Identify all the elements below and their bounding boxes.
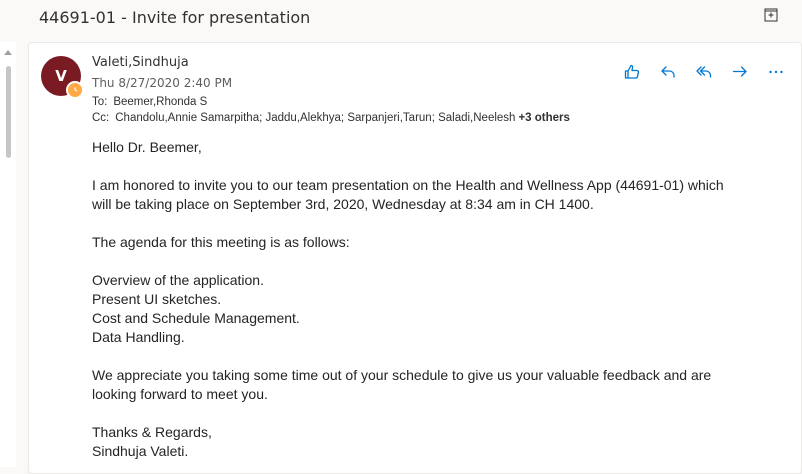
message-actions: [614, 61, 794, 83]
email-reading-pane: V Valeti,Sindhuja Thu 8/27/2020 2:40 PM …: [28, 42, 802, 474]
cc-recipients[interactable]: Chandolu,Annie Samarpitha; Jaddu,Alekhya…: [115, 112, 515, 124]
sender-name[interactable]: Valeti,Sindhuja: [92, 55, 189, 70]
agenda-item: Cost and Schedule Management.: [92, 310, 300, 326]
agenda-item: Data Handling.: [92, 329, 185, 345]
away-clock-icon: [66, 81, 84, 99]
agenda-intro: The agenda for this meeting is as follow…: [92, 234, 350, 250]
to-line: To: Beemer,Rhonda S: [92, 96, 207, 108]
to-label: To:: [92, 96, 108, 108]
body-paragraph-line: We appreciate you taking some time out o…: [92, 367, 712, 383]
popout-icon[interactable]: [762, 6, 780, 24]
signature: Sindhuja Valeti.: [92, 443, 189, 459]
avatar-initial: V: [55, 67, 67, 85]
reply-all-icon[interactable]: [686, 61, 722, 83]
body-paragraph-line: I am honored to invite you to our team p…: [92, 177, 724, 193]
cc-label: Cc:: [92, 112, 110, 124]
like-icon[interactable]: [614, 61, 650, 83]
cc-line: Cc: Chandolu,Annie Samarpitha; Jaddu,Alek…: [92, 112, 570, 124]
scrollbar[interactable]: [0, 42, 16, 467]
reply-icon[interactable]: [650, 61, 686, 83]
scroll-up-arrow-icon[interactable]: [4, 50, 12, 55]
forward-icon[interactable]: [722, 61, 758, 83]
closing: Thanks & Regards,: [92, 424, 212, 440]
email-body: Hello Dr. Beemer, I am honored to invite…: [92, 138, 782, 461]
scrollbar-thumb[interactable]: [6, 66, 11, 158]
subject-bar: 44691-01 - Invite for presentation: [0, 0, 802, 36]
body-paragraph-line: looking forward to meet you.: [92, 386, 268, 402]
cc-more-link[interactable]: +3 others: [518, 112, 569, 124]
greeting: Hello Dr. Beemer,: [92, 139, 202, 155]
agenda-item: Present UI sketches.: [92, 291, 222, 307]
sent-date: Thu 8/27/2020 2:40 PM: [92, 76, 233, 90]
email-subject: 44691-01 - Invite for presentation: [39, 8, 311, 27]
agenda-item: Overview of the application.: [92, 272, 264, 288]
body-paragraph-line: will be taking place on September 3rd, 2…: [92, 196, 594, 212]
to-recipient[interactable]: Beemer,Rhonda S: [113, 96, 207, 108]
more-options-icon[interactable]: [758, 61, 794, 83]
